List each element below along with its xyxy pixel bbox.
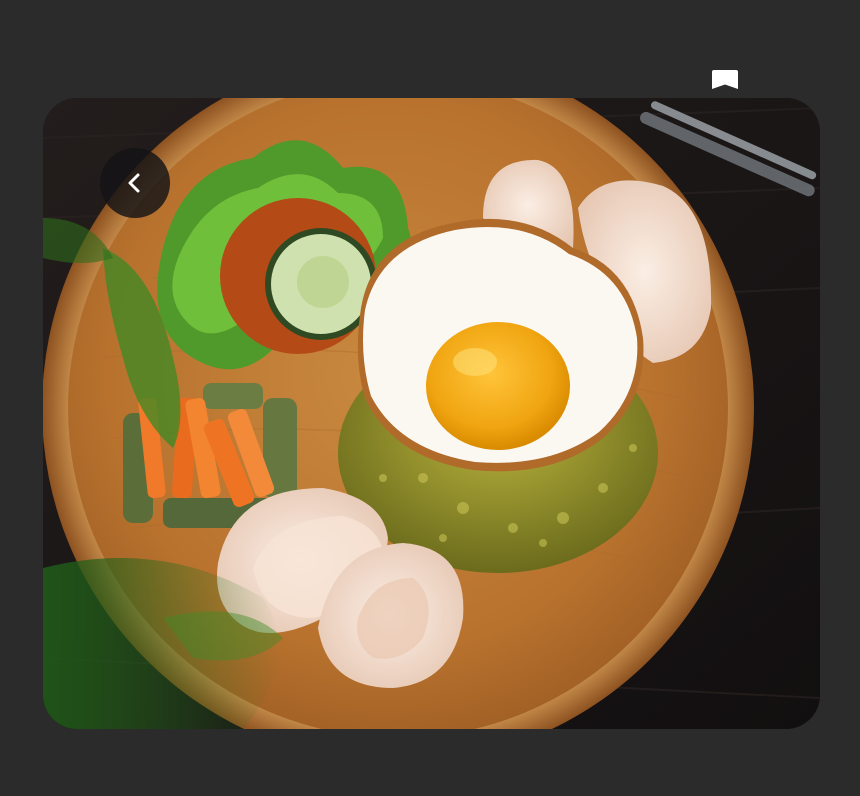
chevron-left-icon <box>128 173 140 193</box>
photo-viewer <box>0 0 860 796</box>
bookmark-icon[interactable] <box>710 69 740 91</box>
back-button[interactable] <box>100 148 170 218</box>
